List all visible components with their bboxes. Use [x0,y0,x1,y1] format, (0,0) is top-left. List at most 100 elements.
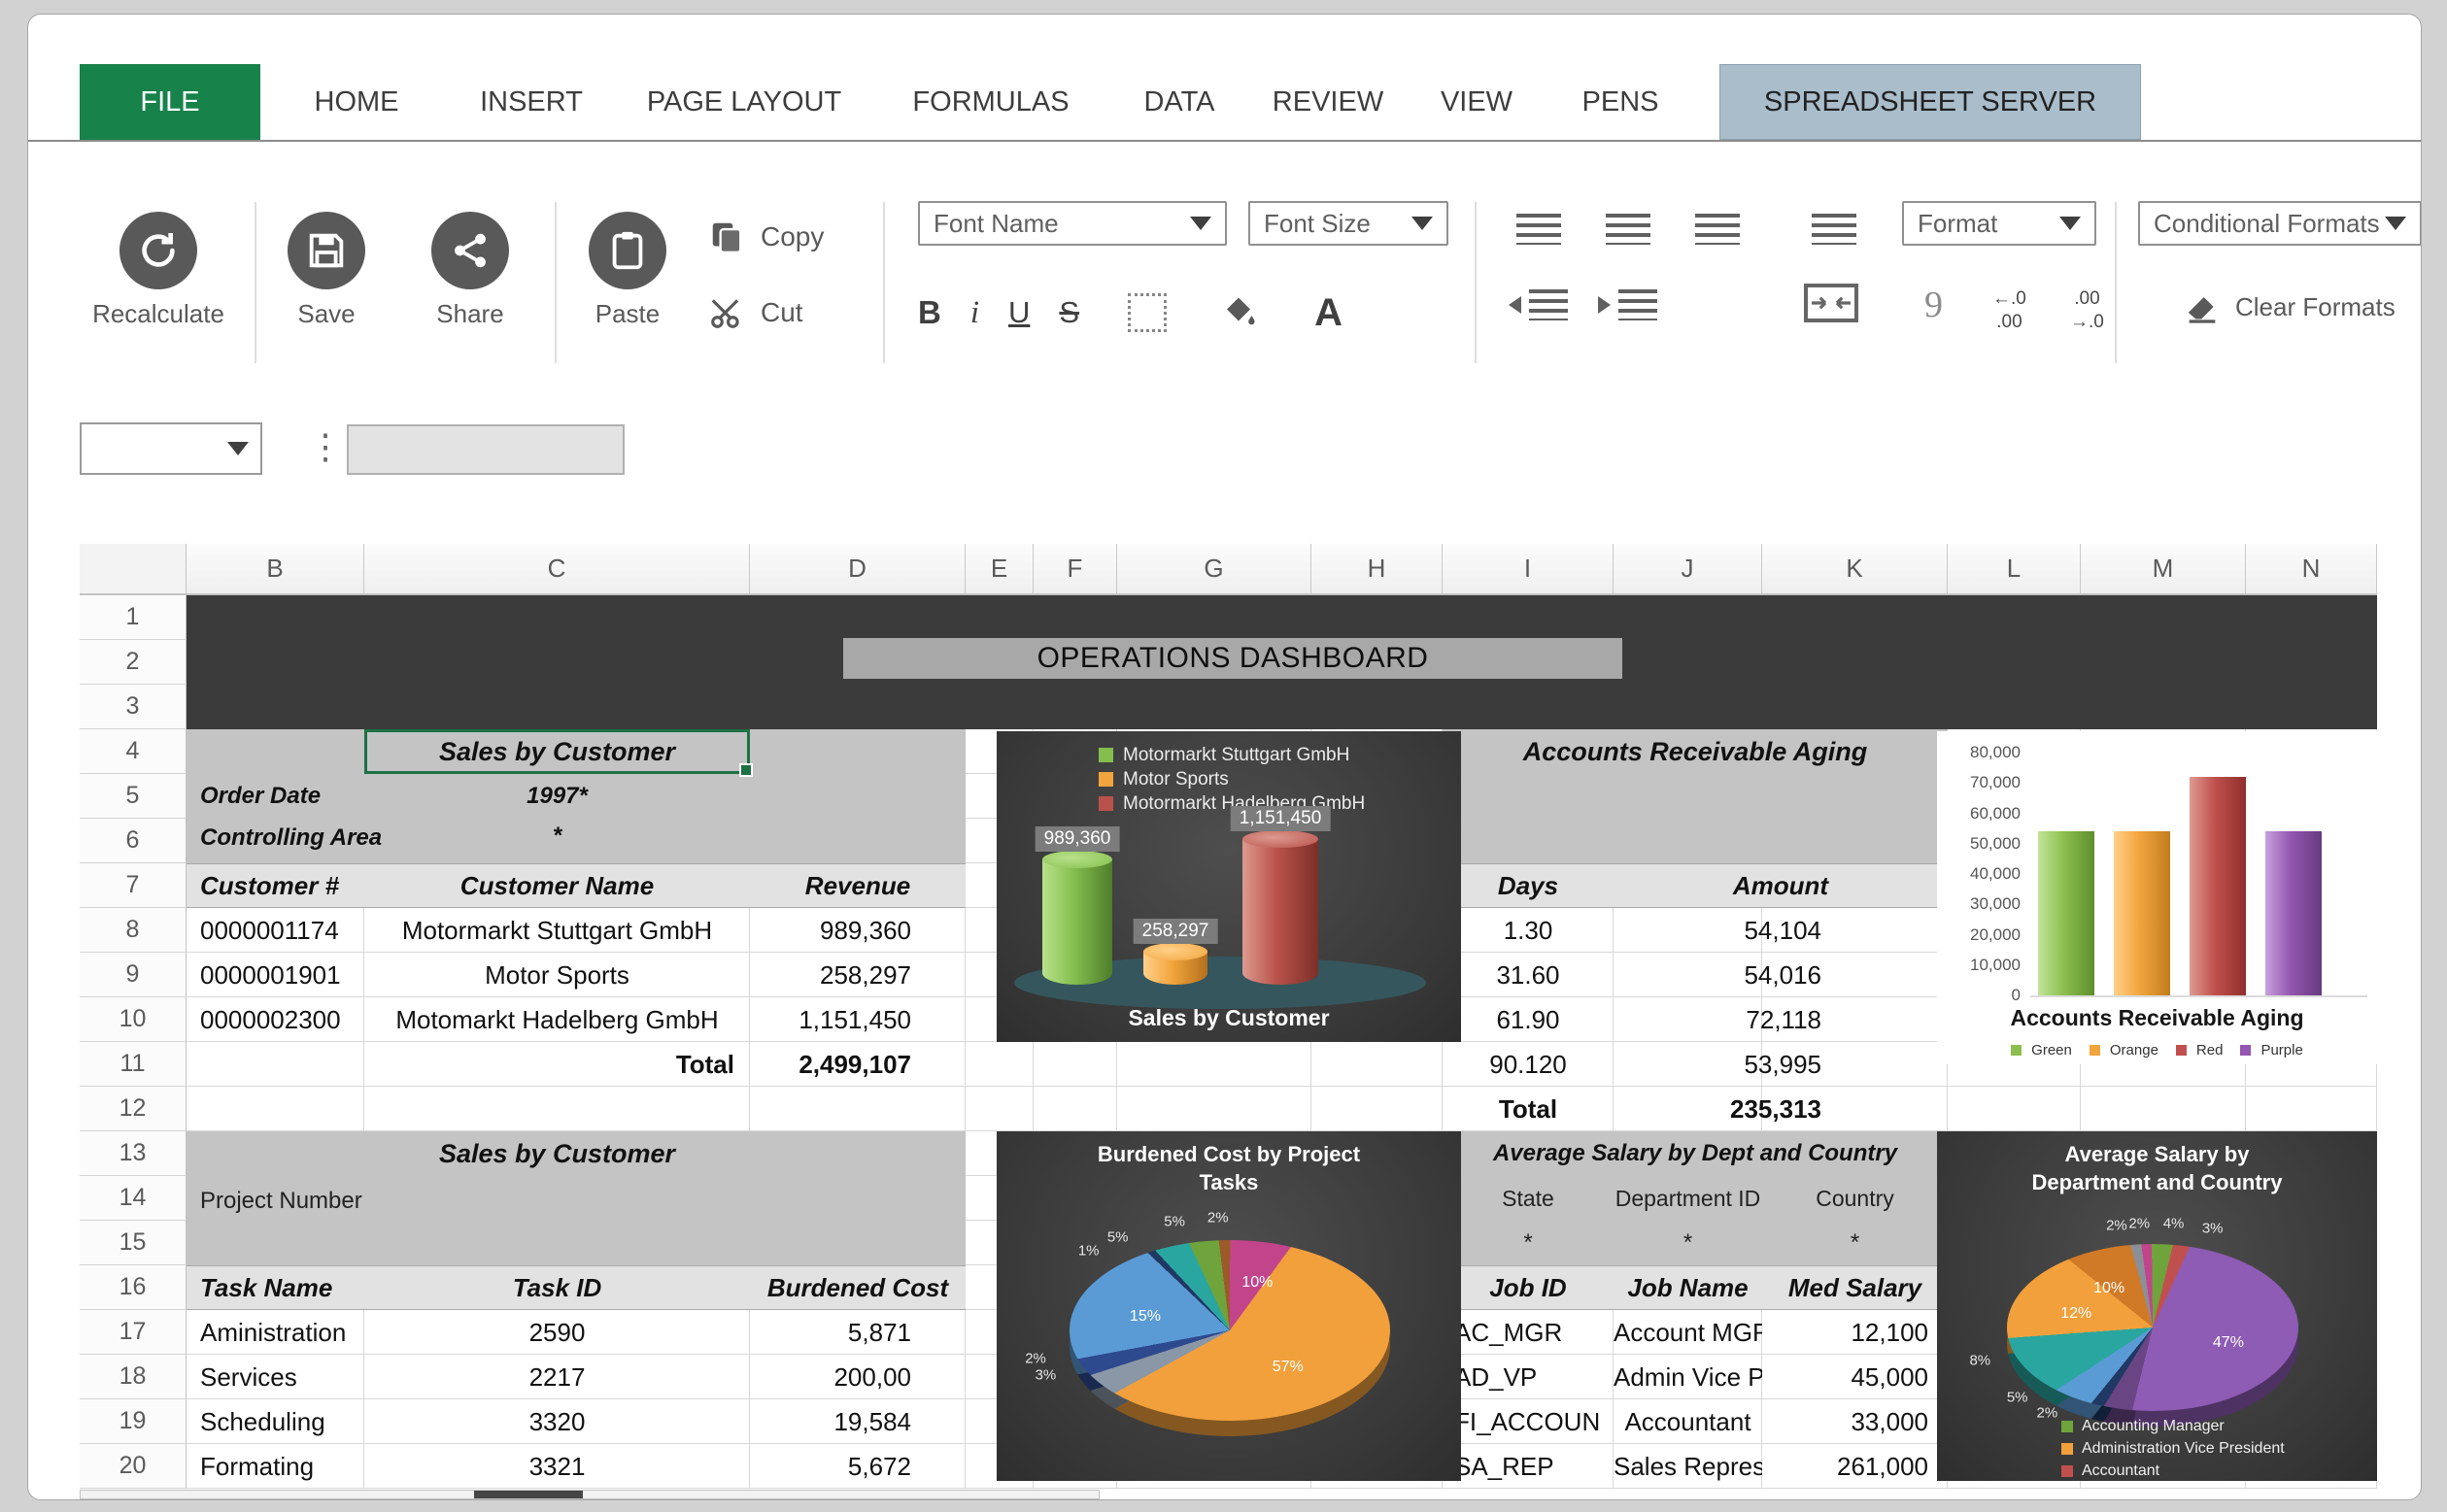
fill-color-icon[interactable] [1221,293,1256,333]
row-header-16[interactable]: 16 [80,1265,187,1310]
table-row[interactable]: 0000001174 Motormarkt Stuttgart GmbH 989… [187,908,966,953]
table-row[interactable]: 61.90 72,118 [1443,997,1948,1042]
row-header-13[interactable]: 13 [80,1131,187,1176]
font-size-select[interactable]: Font Size [1248,201,1448,246]
font-name-select[interactable]: Font Name [918,201,1227,246]
column-header-j[interactable]: J [1614,544,1762,595]
cell-days[interactable]: 1.30 [1443,916,1614,946]
tab-page-layout[interactable]: PAGE LAYOUT [647,64,841,140]
cell-task-name[interactable]: Aministration [187,1318,364,1348]
cell-burdened-cost[interactable]: 5,871 [750,1318,966,1348]
row-header-12[interactable]: 12 [80,1087,187,1131]
borders-icon[interactable] [1128,293,1168,332]
cut-button[interactable]: Cut [708,289,824,336]
cell-med-salary[interactable]: 33,000 [1762,1407,1948,1437]
row-header-10[interactable]: 10 [80,997,187,1042]
cell-task-id[interactable]: 2590 [364,1318,750,1348]
row-header-17[interactable]: 17 [80,1310,187,1355]
cell-customer-name[interactable]: Motor Sports [364,960,750,991]
table-row[interactable]: Aministration 2590 5,871 [187,1310,966,1355]
salary-header-row[interactable]: Job ID Job Name Med Salary [1443,1265,1948,1310]
row-header-1[interactable]: 1 [80,595,187,640]
share-button[interactable]: Share [392,212,548,329]
aging-title-cell[interactable]: Accounts Receivable Aging [1443,729,1948,774]
sheet-tab-bar[interactable] [80,1490,1100,1499]
tab-home[interactable]: HOME [315,64,399,140]
column-header-n[interactable]: N [2246,544,2377,595]
tab-review[interactable]: REVIEW [1273,64,1383,140]
cell-customer-number[interactable]: 0000001174 [187,916,364,946]
cell-job-name[interactable]: Accountant [1614,1407,1762,1437]
recalculate-button[interactable]: Recalculate [81,212,236,329]
burdened-cost-chart[interactable]: Burdened Cost by Project Tasks 5% 2% 10% 57… [997,1131,1461,1481]
row-header-6[interactable]: 6 [80,819,187,863]
table-row[interactable]: 90.120 53,995 [1443,1042,1948,1087]
cell-burdened-cost[interactable]: 200,00 [750,1362,966,1393]
copy-button[interactable]: Copy [708,214,824,260]
tab-view[interactable]: VIEW [1441,64,1512,140]
save-button[interactable]: Save [249,212,404,329]
filter-country-value[interactable]: * [1762,1229,1948,1257]
row-header-4[interactable]: 4 [80,729,187,774]
align-right-icon[interactable] [1695,214,1740,245]
cell-revenue[interactable]: 1,151,450 [750,1005,966,1035]
filter-department-value[interactable]: * [1614,1229,1762,1257]
wrap-text-icon[interactable] [1812,214,1856,245]
column-header-m[interactable]: M [2081,544,2246,595]
row-header-11[interactable]: 11 [80,1042,187,1087]
sales-by-customer-chart[interactable]: Motormarkt Stuttgart GmbH Motor Sports M… [997,731,1461,1042]
table-row[interactable]: Scheduling 3320 19,584 [187,1399,966,1444]
accounts-receivable-aging-chart[interactable]: 80,000 70,000 60,000 50,000 40,000 30,000 20,0… [1937,731,2377,1064]
aging-filter-band[interactable] [1443,774,1948,863]
format-select[interactable]: Format [1902,201,2096,246]
column-header-g[interactable]: G [1117,544,1311,595]
decrease-decimal-button[interactable]: .00 →.0 [2070,287,2104,334]
tasks-filter-band[interactable]: Project Number [187,1176,966,1265]
column-header-k[interactable]: K [1762,544,1948,595]
column-header-f[interactable]: F [1034,544,1117,595]
increase-indent-icon[interactable] [1598,289,1657,320]
column-header-l[interactable]: L [1948,544,2081,595]
row-header-18[interactable]: 18 [80,1355,187,1399]
cell-med-salary[interactable]: 45,000 [1762,1362,1948,1393]
tab-spreadsheet-server[interactable]: SPREADSHEET SERVER [1719,64,2141,140]
table-row[interactable]: 1.30 54,104 [1443,908,1948,953]
cell-job-id[interactable]: AD_VP [1443,1362,1614,1393]
row-header-20[interactable]: 20 [80,1444,187,1489]
tab-file[interactable]: FILE [80,64,260,140]
column-header-e[interactable]: E [966,544,1034,595]
cell-task-name[interactable]: Formating [187,1452,364,1482]
row-header-3[interactable]: 3 [80,685,187,729]
table-row[interactable]: AC_MGR Account MGR 12,100 [1443,1310,1948,1355]
column-header-h[interactable]: H [1311,544,1443,595]
cell-customer-name[interactable]: Motormarkt Stuttgart GmbH [364,916,750,946]
select-all-corner[interactable] [80,544,187,595]
cell-job-id[interactable]: AC_MGR [1443,1318,1614,1348]
range-input[interactable] [347,424,625,475]
clear-formats-button[interactable]: Clear Formats [2183,287,2396,326]
cell-days[interactable]: 61.90 [1443,1005,1614,1035]
sales-total-row[interactable]: Total 2,499,107 [187,1042,966,1087]
tab-pens[interactable]: PENS [1582,64,1659,140]
cell-burdened-cost[interactable]: 19,584 [750,1407,966,1437]
decrease-indent-icon[interactable] [1509,289,1568,320]
cell-revenue[interactable]: 989,360 [750,916,966,946]
column-header-b[interactable]: B [187,544,364,595]
tab-insert[interactable]: INSERT [480,64,583,140]
cell-job-name[interactable]: Admin Vice Pre [1614,1362,1762,1393]
salary-filter-band[interactable]: State Department ID Country * * * [1443,1176,1948,1265]
merge-cells-icon[interactable] [1804,284,1858,327]
filter-state-value[interactable]: * [1443,1229,1614,1257]
row-header-19[interactable]: 19 [80,1399,187,1444]
align-left-icon[interactable] [1516,214,1561,245]
cell-days[interactable]: 90.120 [1443,1050,1614,1080]
cell-job-name[interactable]: Sales Represen [1614,1452,1762,1482]
table-row[interactable]: Formating 3321 5,672 [187,1444,966,1489]
table-row[interactable]: AD_VP Admin Vice Pre 45,000 [1443,1355,1948,1399]
cell-med-salary[interactable]: 12,100 [1762,1318,1948,1348]
active-sheet-tab[interactable] [474,1491,583,1498]
cell-amount[interactable]: 54,016 [1614,960,1948,991]
cell-task-name[interactable]: Scheduling [187,1407,364,1437]
cell-customer-number[interactable]: 0000001901 [187,960,364,991]
conditional-formats-select[interactable]: Conditional Formats [2138,201,2421,246]
